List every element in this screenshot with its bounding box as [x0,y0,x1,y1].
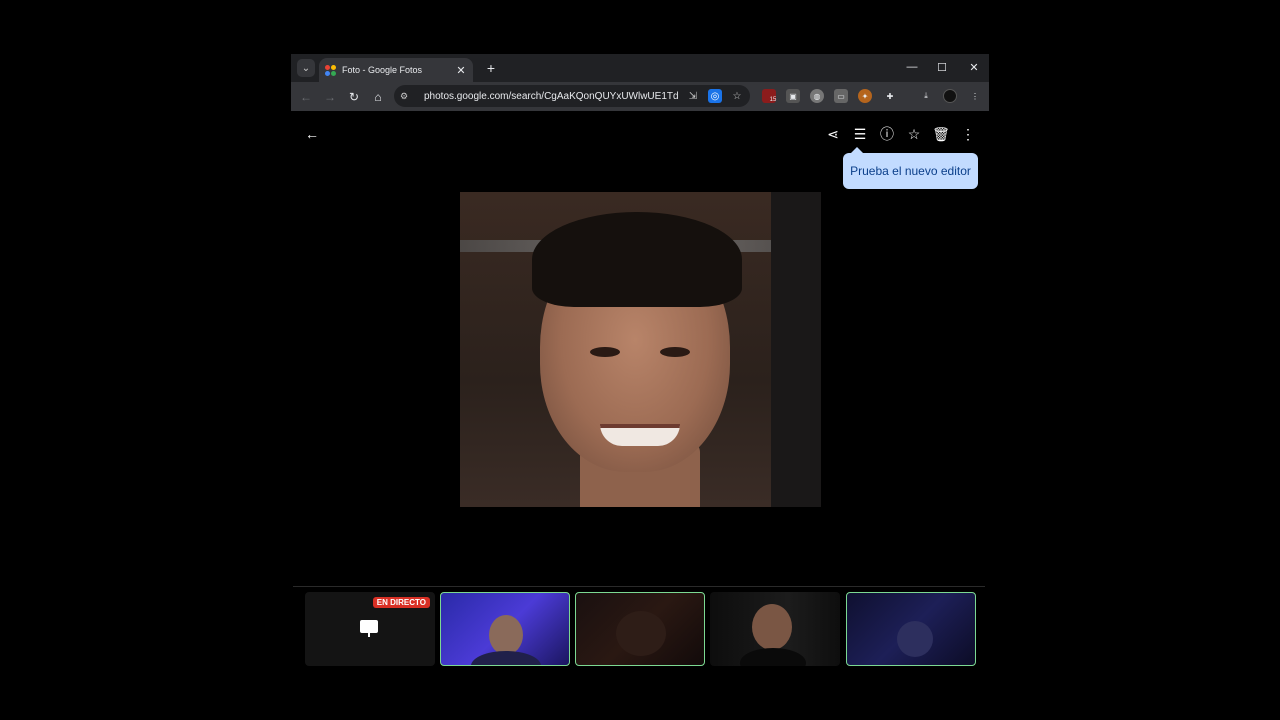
close-window-button[interactable]: ✕ [959,54,989,80]
extensions-puzzle-icon[interactable]: ✚ [883,89,897,103]
tab-close-icon[interactable]: ✕ [455,64,467,77]
divider [293,586,985,587]
browser-menu-icon[interactable]: ⋮ [968,89,982,103]
more-options-icon[interactable]: ⋮ [958,124,978,144]
live-badge: EN DIRECTO [372,597,430,608]
extension-glasses-icon[interactable]: ▣ [786,89,800,103]
displayed-photo [460,192,821,507]
back-nav-button[interactable]: ← [296,87,316,107]
lens-icon[interactable]: ◎ [708,89,722,103]
site-settings-icon[interactable]: ⚙ [400,91,416,102]
extension-globe-icon[interactable]: ◍ [810,89,824,103]
info-icon[interactable]: ⓘ [877,124,897,144]
minimize-button[interactable]: — [897,54,927,80]
extension-fox-icon[interactable]: ✦ [858,89,872,103]
share-icon[interactable]: ⋖ [823,124,843,144]
participant-tile-screenshare[interactable]: EN DIRECTO [305,592,435,666]
tab-search-button[interactable]: ⌄ [297,59,315,77]
extension-badge: 15 [769,97,777,103]
screen-share-icon [360,620,378,637]
participant-tile-3[interactable] [575,592,705,666]
title-bar: ⌄ Foto - Google Fotos ✕ + — ☐ ✕ [291,54,989,82]
bookmark-star-icon[interactable]: ☆ [730,89,744,103]
participant-tile-2[interactable] [440,592,570,666]
url-text: photos.google.com/search/CgAaKQonQUYxUWl… [424,90,678,102]
new-editor-tooltip[interactable]: Prueba el nuevo editor [843,147,978,189]
trash-icon[interactable]: 🗑 [931,124,951,144]
edit-sliders-icon[interactable]: ☰ [850,124,870,144]
extension-window-icon[interactable]: ▭ [834,89,848,103]
reload-button[interactable]: ↻ [344,87,364,107]
favorite-star-icon[interactable]: ☆ [904,124,924,144]
maximize-button[interactable]: ☐ [927,54,957,80]
browser-toolbar: ← → ↻ ⌂ ⚙ photos.google.com/search/CgAaK… [291,82,989,111]
participant-tile-4[interactable] [710,592,840,666]
google-photos-icon [325,64,336,76]
tab-google-fotos[interactable]: Foto - Google Fotos ✕ [319,58,473,82]
profile-avatar[interactable] [943,89,957,103]
home-button[interactable]: ⌂ [368,87,388,107]
new-tab-button[interactable]: + [482,59,500,77]
participant-tile-5[interactable] [846,592,976,666]
download-icon[interactable]: ⤓ [919,89,933,103]
extension-red-icon[interactable]: 15 [762,89,776,103]
install-app-icon[interactable]: ⇲ [686,89,700,103]
hair [532,212,742,307]
address-bar[interactable]: ⚙ photos.google.com/search/CgAaKQonQUYxU… [394,85,750,107]
forward-nav-button[interactable]: → [320,87,340,107]
tab-title: Foto - Google Fotos [342,65,423,75]
back-arrow-icon[interactable]: ← [302,124,322,144]
